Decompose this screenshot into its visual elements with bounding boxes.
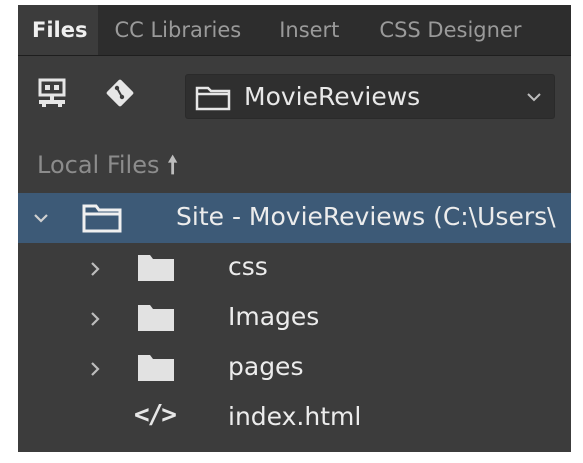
tree-root-site[interactable]: Site - MovieReviews (C:\Users\ xyxy=(18,193,571,243)
chevron-down-icon xyxy=(527,93,541,102)
tree-root-label: Site - MovieReviews (C:\Users\ xyxy=(176,202,556,231)
panel-tab-bar: Files CC Libraries Insert CSS Designer xyxy=(18,5,571,56)
tree-item-label: Images xyxy=(228,302,320,331)
tree-item-index-html[interactable]: </> index.html xyxy=(18,393,571,443)
folder-icon xyxy=(138,305,174,331)
network-connect-icon[interactable] xyxy=(36,77,68,109)
files-toolbar: MovieReviews xyxy=(18,63,571,123)
git-icon[interactable] xyxy=(104,77,136,109)
tree-item-label: pages xyxy=(228,352,304,381)
local-files-header: Local Files 🠕 xyxy=(37,148,178,189)
chevron-right-icon[interactable] xyxy=(88,360,102,378)
arrow-up-icon[interactable]: 🠕 xyxy=(168,148,178,189)
tab-files[interactable]: Files xyxy=(18,5,99,55)
tree-item-label: css xyxy=(228,252,268,281)
folder-icon xyxy=(195,86,231,111)
local-files-label: Local Files xyxy=(37,151,160,179)
tree-item-pages[interactable]: pages xyxy=(18,343,571,393)
folder-icon xyxy=(82,204,122,233)
tree-item-css[interactable]: css xyxy=(18,243,571,293)
tab-insert[interactable]: Insert xyxy=(269,5,349,55)
files-panel: Files CC Libraries Insert CSS Designer M… xyxy=(18,5,571,452)
site-select-dropdown[interactable]: MovieReviews xyxy=(185,74,555,119)
tree-item-images[interactable]: Images xyxy=(18,293,571,343)
folder-icon xyxy=(138,255,174,281)
chevron-right-icon[interactable] xyxy=(88,260,102,278)
site-select-value: MovieReviews xyxy=(244,82,421,111)
tab-cc-libraries[interactable]: CC Libraries xyxy=(104,5,251,55)
tree-item-label: index.html xyxy=(228,402,362,431)
tab-css-designer[interactable]: CSS Designer xyxy=(369,5,531,55)
chevron-right-icon[interactable] xyxy=(88,310,102,328)
code-file-icon: </> xyxy=(134,400,177,430)
chevron-down-icon[interactable] xyxy=(32,212,50,226)
folder-icon xyxy=(138,355,174,381)
